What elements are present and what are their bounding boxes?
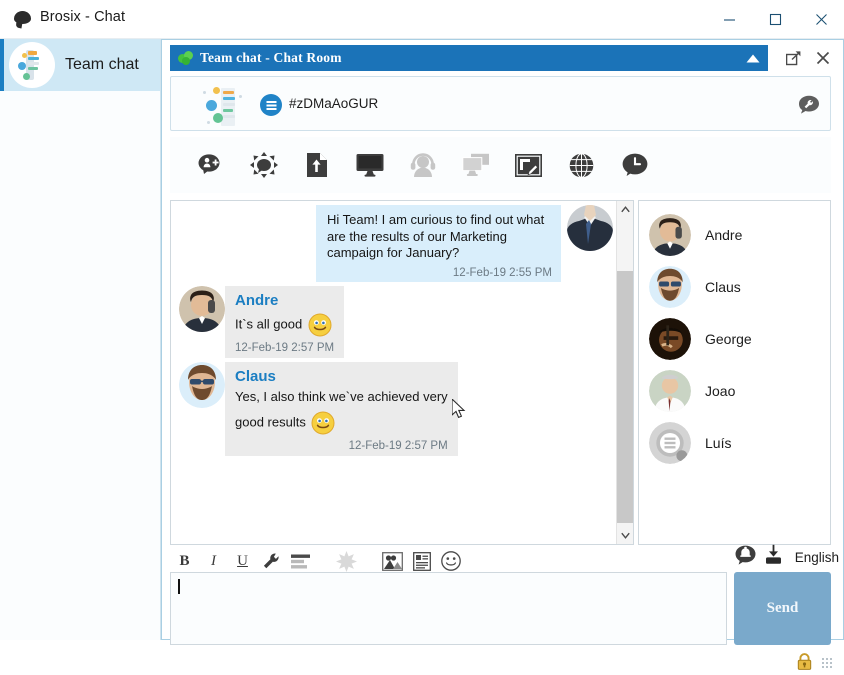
send-button-label: Send [767, 600, 799, 617]
font-settings-icon[interactable] [257, 548, 286, 574]
window-title: Brosix - Chat [40, 9, 125, 25]
translate-globe-icon[interactable] [555, 143, 608, 187]
andre-avatar [179, 286, 225, 332]
chat-room-illustration-icon [203, 83, 247, 127]
message-bubble-incoming: Claus Yes, I also think we`ve achieved v… [225, 362, 458, 457]
participant-row[interactable]: Claus [639, 261, 830, 313]
broadcast-icon[interactable] [237, 143, 290, 187]
highlight-icon[interactable] [332, 548, 361, 574]
window-controls [706, 0, 844, 39]
scroll-up-arrow-icon[interactable] [617, 201, 634, 218]
claus-avatar [179, 362, 225, 408]
sidebar-item-label: Team chat [65, 56, 139, 74]
george-avatar [649, 318, 691, 360]
participant-row[interactable]: Andre [639, 209, 830, 261]
message-timestamp: 12-Feb-19 2:57 PM [235, 342, 334, 354]
participants-panel: Andre Claus [638, 200, 831, 545]
participant-row[interactable]: George [639, 313, 830, 365]
message-text-line: good results [235, 411, 448, 435]
minimize-button[interactable] [706, 0, 752, 39]
message-pane: Hi Team! I am curious to find out what a… [170, 200, 634, 545]
scroll-down-arrow-icon[interactable] [617, 527, 634, 544]
composer-right-tools: English [735, 544, 839, 570]
andre-avatar [649, 214, 691, 256]
pop-out-button[interactable] [780, 46, 806, 70]
green-bubbles-icon [178, 51, 193, 65]
message-sender: Claus [235, 368, 448, 385]
message-text-continued: good results [235, 414, 306, 429]
align-text-icon[interactable] [286, 548, 315, 574]
message-row: Andre It`s all good [171, 286, 617, 358]
message-text: Yes, I also think we`ve achieved very [235, 389, 448, 406]
message-input[interactable] [170, 572, 727, 645]
chat-window: Team chat - Chat Room #zDMaAoGUR [161, 39, 844, 640]
language-label[interactable]: English [795, 550, 839, 565]
message-text-line: It`s all good [235, 313, 334, 337]
whiteboard-icon[interactable] [502, 143, 555, 187]
message-row: Claus Yes, I also think we`ve achieved v… [171, 362, 617, 457]
chat-bubble-icon [14, 11, 31, 24]
participant-row[interactable]: Luís [639, 417, 830, 469]
italic-button[interactable]: I [199, 548, 228, 574]
chat-close-button[interactable] [810, 46, 836, 70]
room-info-bar: #zDMaAoGUR [170, 76, 831, 131]
sidebar-item-team-chat[interactable]: Team chat [0, 39, 160, 91]
close-button[interactable] [798, 0, 844, 39]
chat-room-header: Team chat - Chat Room [170, 45, 768, 71]
team-chat-avatar-icon [9, 42, 55, 88]
maximize-button[interactable] [752, 0, 798, 39]
insert-image-icon[interactable] [378, 548, 407, 574]
participant-name: George [705, 331, 752, 347]
insert-template-icon[interactable] [407, 548, 436, 574]
smiley-emoji [311, 411, 335, 435]
message-timestamp: 12-Feb-19 2:55 PM [327, 267, 552, 279]
message-sender: Andre [235, 292, 334, 309]
message-row: Hi Team! I am curious to find out what a… [171, 205, 617, 282]
chat-history-icon[interactable] [608, 143, 661, 187]
text-caret [178, 579, 180, 594]
scrollbar-thumb[interactable] [617, 271, 634, 523]
message-list: Hi Team! I am curious to find out what a… [171, 201, 617, 544]
bold-button[interactable]: B [170, 548, 199, 574]
screen-share-icon[interactable] [343, 143, 396, 187]
chat-room-title: Team chat - Chat Room [200, 50, 342, 66]
luis-avatar [649, 422, 691, 464]
message-bubble-outgoing: Hi Team! I am curious to find out what a… [316, 205, 561, 282]
participant-name: Joao [705, 383, 735, 399]
joao-avatar [649, 370, 691, 412]
chat-settings-wrench-icon[interactable] [798, 95, 820, 115]
selected-accent-bar [0, 39, 4, 91]
mouse-cursor [452, 399, 466, 424]
emoji-picker-icon[interactable] [436, 548, 465, 574]
send-button[interactable]: Send [734, 572, 831, 645]
secure-lock-icon [797, 653, 812, 675]
claus-avatar [649, 266, 691, 308]
underline-button[interactable]: U [228, 548, 257, 574]
smiley-emoji [308, 313, 332, 337]
feature-toolbar [170, 137, 831, 193]
sidebar: Team chat [0, 39, 161, 640]
message-text: It`s all good [235, 316, 302, 331]
brosix-b-logo-icon [260, 94, 282, 116]
app-window: Brosix - Chat Team chat [0, 0, 844, 640]
participant-name: Andre [705, 227, 742, 243]
save-chat-icon[interactable] [763, 544, 784, 570]
notification-bell-icon[interactable] [735, 545, 756, 570]
participant-name: Claus [705, 279, 741, 295]
participant-name: Luís [705, 435, 731, 451]
window-title-group: Brosix - Chat [14, 9, 125, 25]
room-id-label: #zDMaAoGUR [289, 96, 378, 111]
participant-row[interactable]: Joao [639, 365, 830, 417]
collapse-chevron-icon[interactable] [744, 49, 762, 67]
own-avatar [567, 205, 613, 251]
message-scrollbar[interactable] [616, 201, 633, 544]
message-text: Hi Team! I am curious to find out what a… [327, 212, 552, 262]
remote-desktop-icon[interactable] [449, 143, 502, 187]
invite-user-icon[interactable] [184, 143, 237, 187]
message-timestamp: 12-Feb-19 2:57 PM [235, 440, 448, 452]
window-titlebar: Brosix - Chat [0, 0, 844, 39]
message-bubble-incoming: Andre It`s all good [225, 286, 344, 358]
send-file-icon[interactable] [290, 143, 343, 187]
voice-call-icon[interactable] [396, 143, 449, 187]
